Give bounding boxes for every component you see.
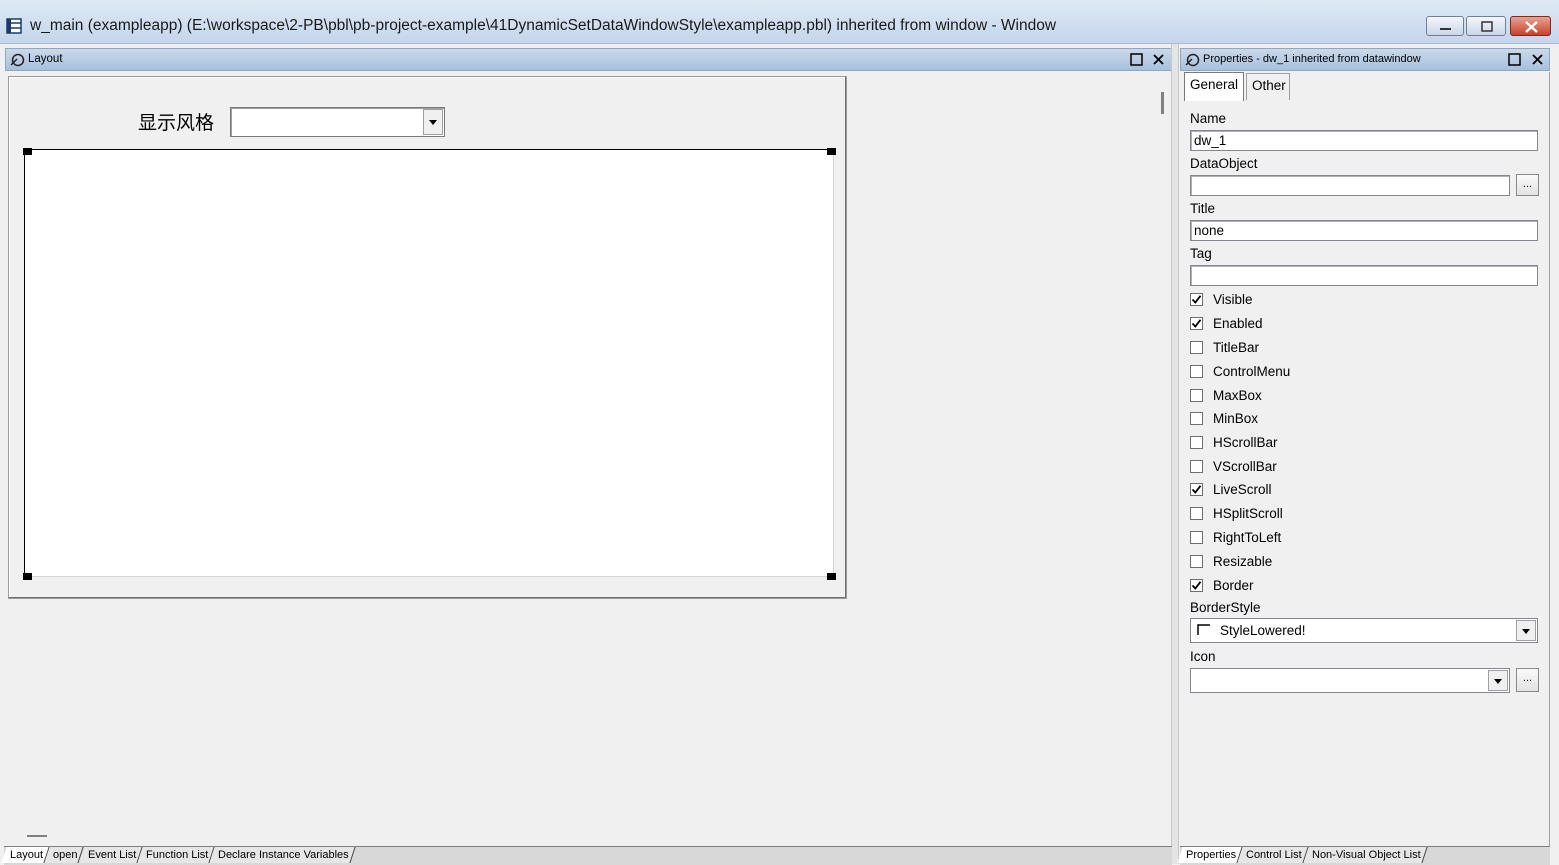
checkmark-icon — [1191, 485, 1202, 494]
checkbox-box[interactable] — [1190, 483, 1203, 496]
restore-button[interactable] — [1466, 16, 1506, 36]
dropdown-arrow-icon — [1494, 679, 1502, 684]
style-label: 显示风格 — [138, 112, 215, 134]
tab-general[interactable]: General — [1184, 72, 1244, 101]
name-label: Name — [1190, 111, 1227, 126]
title-field[interactable]: none — [1190, 220, 1538, 241]
checkbox-box[interactable] — [1190, 317, 1203, 330]
tab-control-list[interactable]: Control List — [1237, 847, 1309, 863]
icon-dropdown[interactable] — [1190, 668, 1510, 693]
borderstyle-dropdown[interactable]: StyleLowered! — [1190, 618, 1538, 643]
checkbox-box[interactable] — [1190, 531, 1203, 544]
properties-bottom-tabs: Properties Control List Non-Visual Object … — [1177, 846, 1550, 865]
layout-pane-header: Layout — [5, 48, 1172, 71]
name-field[interactable]: dw_1 — [1190, 130, 1538, 151]
borderstyle-value: StyleLowered! — [1220, 623, 1306, 638]
icon-dropdown-button[interactable] — [1488, 670, 1508, 691]
checkbox-box[interactable] — [1190, 579, 1203, 592]
checkbox-box[interactable] — [1190, 507, 1203, 520]
checkbox-box[interactable] — [1190, 412, 1203, 425]
selection-handle-bottom-left[interactable] — [23, 573, 32, 580]
tab-open[interactable]: open — [44, 847, 85, 863]
close-pane-icon[interactable] — [1530, 52, 1545, 67]
dataobject-field[interactable] — [1190, 175, 1510, 196]
selection-handle-top-right[interactable] — [827, 148, 836, 155]
layout-pane-title: Layout — [28, 53, 63, 65]
properties-pane-title: Properties - dw_1 inherited from datawin… — [1203, 53, 1421, 65]
window-app-icon — [6, 18, 22, 34]
dataobject-browse-button[interactable]: ... — [1516, 174, 1539, 196]
restore-icon — [1481, 21, 1493, 32]
dropdown-arrow-icon — [429, 120, 437, 125]
tag-label: Tag — [1190, 246, 1212, 261]
tab-other[interactable]: Other — [1246, 73, 1290, 100]
checkbox-box[interactable] — [1190, 555, 1203, 568]
properties-pane-header: Properties - dw_1 inherited from datawin… — [1180, 48, 1550, 71]
dropdown-arrow-icon — [1522, 629, 1530, 634]
dataobject-label: DataObject — [1190, 156, 1258, 171]
tab-declare-instance-variables[interactable]: Declare Instance Variables — [209, 847, 356, 863]
properties-pane-icon — [1185, 53, 1200, 67]
icon-browse-button[interactable]: ... — [1516, 668, 1539, 692]
window-title: w_main (exampleapp) (E:\workspace\2-PB\p… — [30, 17, 1057, 34]
layout-pane-icon — [10, 53, 25, 67]
vertical-scroll-marker[interactable] — [1161, 92, 1164, 114]
style-dropdown[interactable] — [230, 107, 445, 137]
style-dropdown-button[interactable] — [423, 109, 443, 135]
checkbox-box[interactable] — [1190, 389, 1203, 402]
checkbox-box[interactable] — [1190, 460, 1203, 473]
tab-event-list[interactable]: Event List — [78, 847, 143, 863]
datawindow-control-dw_1[interactable] — [24, 149, 834, 577]
borderstyle-dropdown-button[interactable] — [1516, 620, 1536, 641]
close-button[interactable] — [1510, 16, 1551, 36]
tab-non-visual-object-list[interactable]: Non-Visual Object List — [1303, 847, 1428, 863]
checkmark-icon — [1191, 295, 1202, 304]
tag-field[interactable] — [1190, 265, 1538, 286]
checkbox-box[interactable] — [1190, 365, 1203, 378]
borderstyle-label: BorderStyle — [1190, 600, 1261, 615]
tab-function-list[interactable]: Function List — [137, 847, 215, 863]
close-pane-icon[interactable] — [1151, 52, 1166, 67]
tab-properties[interactable]: Properties — [1177, 847, 1243, 863]
window-titlebar: w_main (exampleapp) (E:\workspace\2-PB\p… — [0, 0, 1559, 44]
checkbox-box[interactable] — [1190, 293, 1203, 306]
pane-splitter[interactable] — [1171, 44, 1179, 864]
minimize-button[interactable] — [1426, 16, 1464, 36]
selection-handle-top-left[interactable] — [23, 148, 32, 155]
checkmark-icon — [1191, 319, 1202, 328]
checkbox-box[interactable] — [1190, 341, 1203, 354]
maximize-pane-icon[interactable] — [1129, 52, 1144, 67]
minimize-icon — [1440, 28, 1451, 30]
bottom-dash-marker — [27, 835, 47, 837]
checkmark-icon — [1191, 581, 1202, 590]
selection-handle-bottom-right[interactable] — [827, 573, 836, 580]
checkbox-box[interactable] — [1190, 436, 1203, 449]
layout-bottom-tabs: Layout open Event List Function List Declare… — [1, 846, 1172, 865]
close-icon — [1525, 21, 1538, 33]
maximize-pane-icon[interactable] — [1507, 52, 1522, 67]
title-label: Title — [1190, 201, 1216, 216]
tab-layout[interactable]: Layout — [1, 847, 50, 863]
icon-label: Icon — [1190, 649, 1216, 664]
border-lowered-icon — [1197, 624, 1210, 635]
